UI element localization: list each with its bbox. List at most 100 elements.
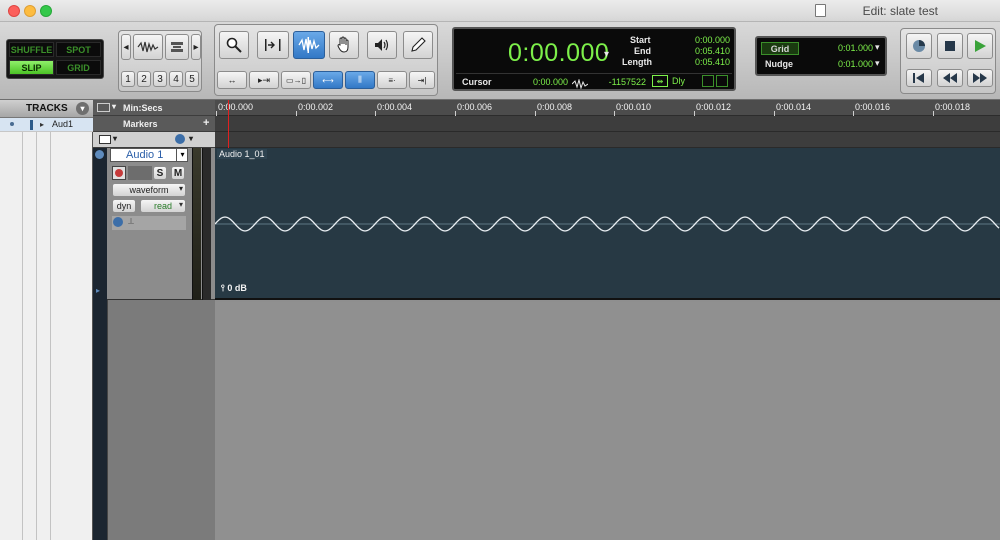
tracks-menu-chevron-icon[interactable]: ▾	[76, 102, 89, 115]
timeline-selection-ruler[interactable]	[215, 132, 1000, 148]
close-window-button[interactable]	[8, 5, 20, 17]
record-dot-icon	[115, 169, 123, 177]
edit-mode-panel: SHUFFLE SPOT SLIP GRID	[6, 39, 104, 79]
timebase-ruler-label[interactable]: ▾ Min:Secs	[93, 100, 215, 116]
ruler-tick-label: 0:00.002	[298, 102, 334, 112]
shuffle-mode-button[interactable]: SHUFFLE	[9, 42, 54, 57]
play-icon	[975, 40, 986, 52]
grid-toggle-button[interactable]: Grid	[761, 42, 799, 55]
cursor-label: Cursor	[462, 77, 492, 87]
view-toggle-chevron-icon[interactable]: ▾	[113, 134, 117, 143]
insertion-follows-playback-button[interactable]: ▭→▯	[281, 71, 311, 89]
grabber-tool-button[interactable]	[329, 31, 359, 59]
record-enable-button[interactable]	[112, 166, 126, 180]
track-expand-chevron-icon[interactable]: ▸	[40, 120, 44, 129]
start-value[interactable]: 0:00.000	[676, 35, 730, 45]
solo-button[interactable]: S	[153, 166, 167, 180]
length-label: Length	[622, 57, 652, 67]
mute-button[interactable]: M	[171, 166, 185, 180]
markers-ruler[interactable]	[215, 116, 1000, 132]
minimize-window-button[interactable]	[24, 5, 36, 17]
fast-forward-icon	[973, 73, 987, 83]
track-options-chevron-icon[interactable]	[95, 150, 104, 159]
slip-mode-button[interactable]: SLIP	[9, 60, 54, 75]
automation-mode-selector[interactable]: read ▾	[140, 199, 186, 213]
track-name-field[interactable]: Audio 1 ▾	[110, 148, 188, 162]
automation-follows-edit-button[interactable]: ≡·	[377, 71, 407, 89]
markers-ruler-label[interactable]: Markers +	[93, 116, 215, 132]
nudge-value[interactable]: 0:01.000	[819, 59, 873, 69]
track-view-chevron-icon: ▾	[178, 184, 183, 193]
nudge-value-chevron-icon[interactable]: ▾	[875, 58, 880, 69]
zoomer-tool-button[interactable]	[219, 31, 249, 59]
online-button[interactable]	[906, 33, 932, 59]
track-show-dot-icon[interactable]	[10, 122, 14, 126]
trim-tool-button[interactable]	[257, 31, 289, 59]
online-icon	[913, 40, 925, 52]
return-to-zero-button[interactable]	[906, 69, 932, 87]
track-list-row[interactable]: ▸ Aud1	[0, 118, 93, 132]
clip-waveform	[215, 216, 1000, 232]
zoom-out-arrow-icon[interactable]: ◂	[121, 34, 131, 60]
pencil-icon	[411, 37, 426, 52]
link-timeline-button[interactable]: ▸⇥	[249, 71, 279, 89]
track-type-icon	[30, 120, 33, 130]
zoom-preset-2[interactable]: 2	[137, 71, 151, 87]
rewind-button[interactable]	[937, 69, 963, 87]
end-value[interactable]: 0:05.410	[676, 46, 730, 56]
s-indicator-icon	[702, 75, 714, 87]
toolbar: SHUFFLE SPOT SLIP GRID ◂ ▸ 1 2 3 4 5 ↔ ▸…	[0, 22, 1000, 100]
pro-tools-edit-window: Edit: slate test SHUFFLE SPOT SLIP GRID …	[0, 0, 1000, 540]
tab-to-transients-button[interactable]: ↔	[217, 71, 247, 89]
timebase-clock-icon[interactable]	[175, 134, 185, 144]
dyn-button[interactable]: dyn	[112, 199, 136, 213]
fast-forward-button[interactable]	[967, 69, 993, 87]
nudge-icon[interactable]: ⇹	[652, 75, 668, 87]
clip-gain-label[interactable]: ⫯ 0 dB	[221, 283, 247, 294]
add-marker-plus-icon[interactable]: +	[203, 117, 209, 129]
keyboard-focus-button[interactable]: ⇥|	[409, 71, 435, 89]
m-indicator-icon	[716, 75, 728, 87]
playlist-icon[interactable]: ⟂	[128, 216, 134, 227]
scrubber-tool-button[interactable]	[367, 31, 397, 59]
zoom-preset-5[interactable]: 5	[185, 71, 199, 87]
zoom-preset-4[interactable]: 4	[169, 71, 183, 87]
delay-compensation-label[interactable]: Dly	[672, 76, 685, 86]
midi-zoom-icon[interactable]	[165, 34, 189, 60]
timebase-chevron-icon[interactable]: ▾	[189, 134, 193, 143]
link-track-edit-selection-button[interactable]: ⟷	[313, 71, 343, 89]
grid-mode-button[interactable]: GRID	[56, 60, 101, 75]
zoom-preset-1[interactable]: 1	[121, 71, 135, 87]
zoom-window-button[interactable]	[40, 5, 52, 17]
track-view-selector[interactable]: waveform ▾	[112, 183, 186, 197]
length-value[interactable]: 0:05.410	[676, 57, 730, 67]
zoom-preset-3[interactable]: 3	[153, 71, 167, 87]
grid-nudge-display: Grid 0:01.000 ▾ Nudge 0:01.000 ▾	[755, 36, 887, 76]
selector-tool-button[interactable]	[293, 31, 325, 59]
timebase-label: Min:Secs	[123, 103, 163, 113]
view-toggle-icon[interactable]	[99, 135, 111, 144]
min-secs-ruler[interactable]: 0:00.000 0:00.002 0:00.004 0:00.006 0:00…	[215, 100, 1000, 116]
stop-button[interactable]	[937, 33, 963, 59]
audio-zoom-icon[interactable]	[133, 34, 163, 60]
main-counter-value[interactable]: 0:00.000	[508, 39, 609, 68]
ruler-view-chevron-icon[interactable]: ▾	[112, 102, 116, 111]
pencil-tool-button[interactable]	[403, 31, 433, 59]
markers-label: Markers	[123, 119, 158, 129]
ruler-view-icon[interactable]	[97, 103, 110, 112]
mirrored-midi-editing-button[interactable]: ⫼	[345, 71, 375, 89]
track-name-chevron-icon[interactable]: ▾	[176, 148, 188, 162]
input-monitor-slot[interactable]	[128, 166, 152, 180]
timebase-indicator-icon[interactable]	[113, 217, 123, 227]
track-height-arrow-icon[interactable]: ▸	[96, 286, 100, 295]
grid-value[interactable]: 0:01.000	[819, 43, 873, 53]
track-color-strip: ▸	[93, 100, 107, 540]
zoom-in-arrow-icon[interactable]: ▸	[191, 34, 201, 60]
audio-clip-region[interactable]: Audio 1_01 ⫯ 0 dB	[215, 148, 1000, 300]
grid-value-chevron-icon[interactable]: ▾	[875, 42, 880, 53]
counter-menu-chevron-icon[interactable]: ▾	[604, 49, 609, 60]
tracks-column-divider	[22, 132, 23, 540]
empty-track-area[interactable]	[215, 302, 1000, 540]
spot-mode-button[interactable]: SPOT	[56, 42, 101, 57]
play-button[interactable]	[967, 33, 993, 59]
